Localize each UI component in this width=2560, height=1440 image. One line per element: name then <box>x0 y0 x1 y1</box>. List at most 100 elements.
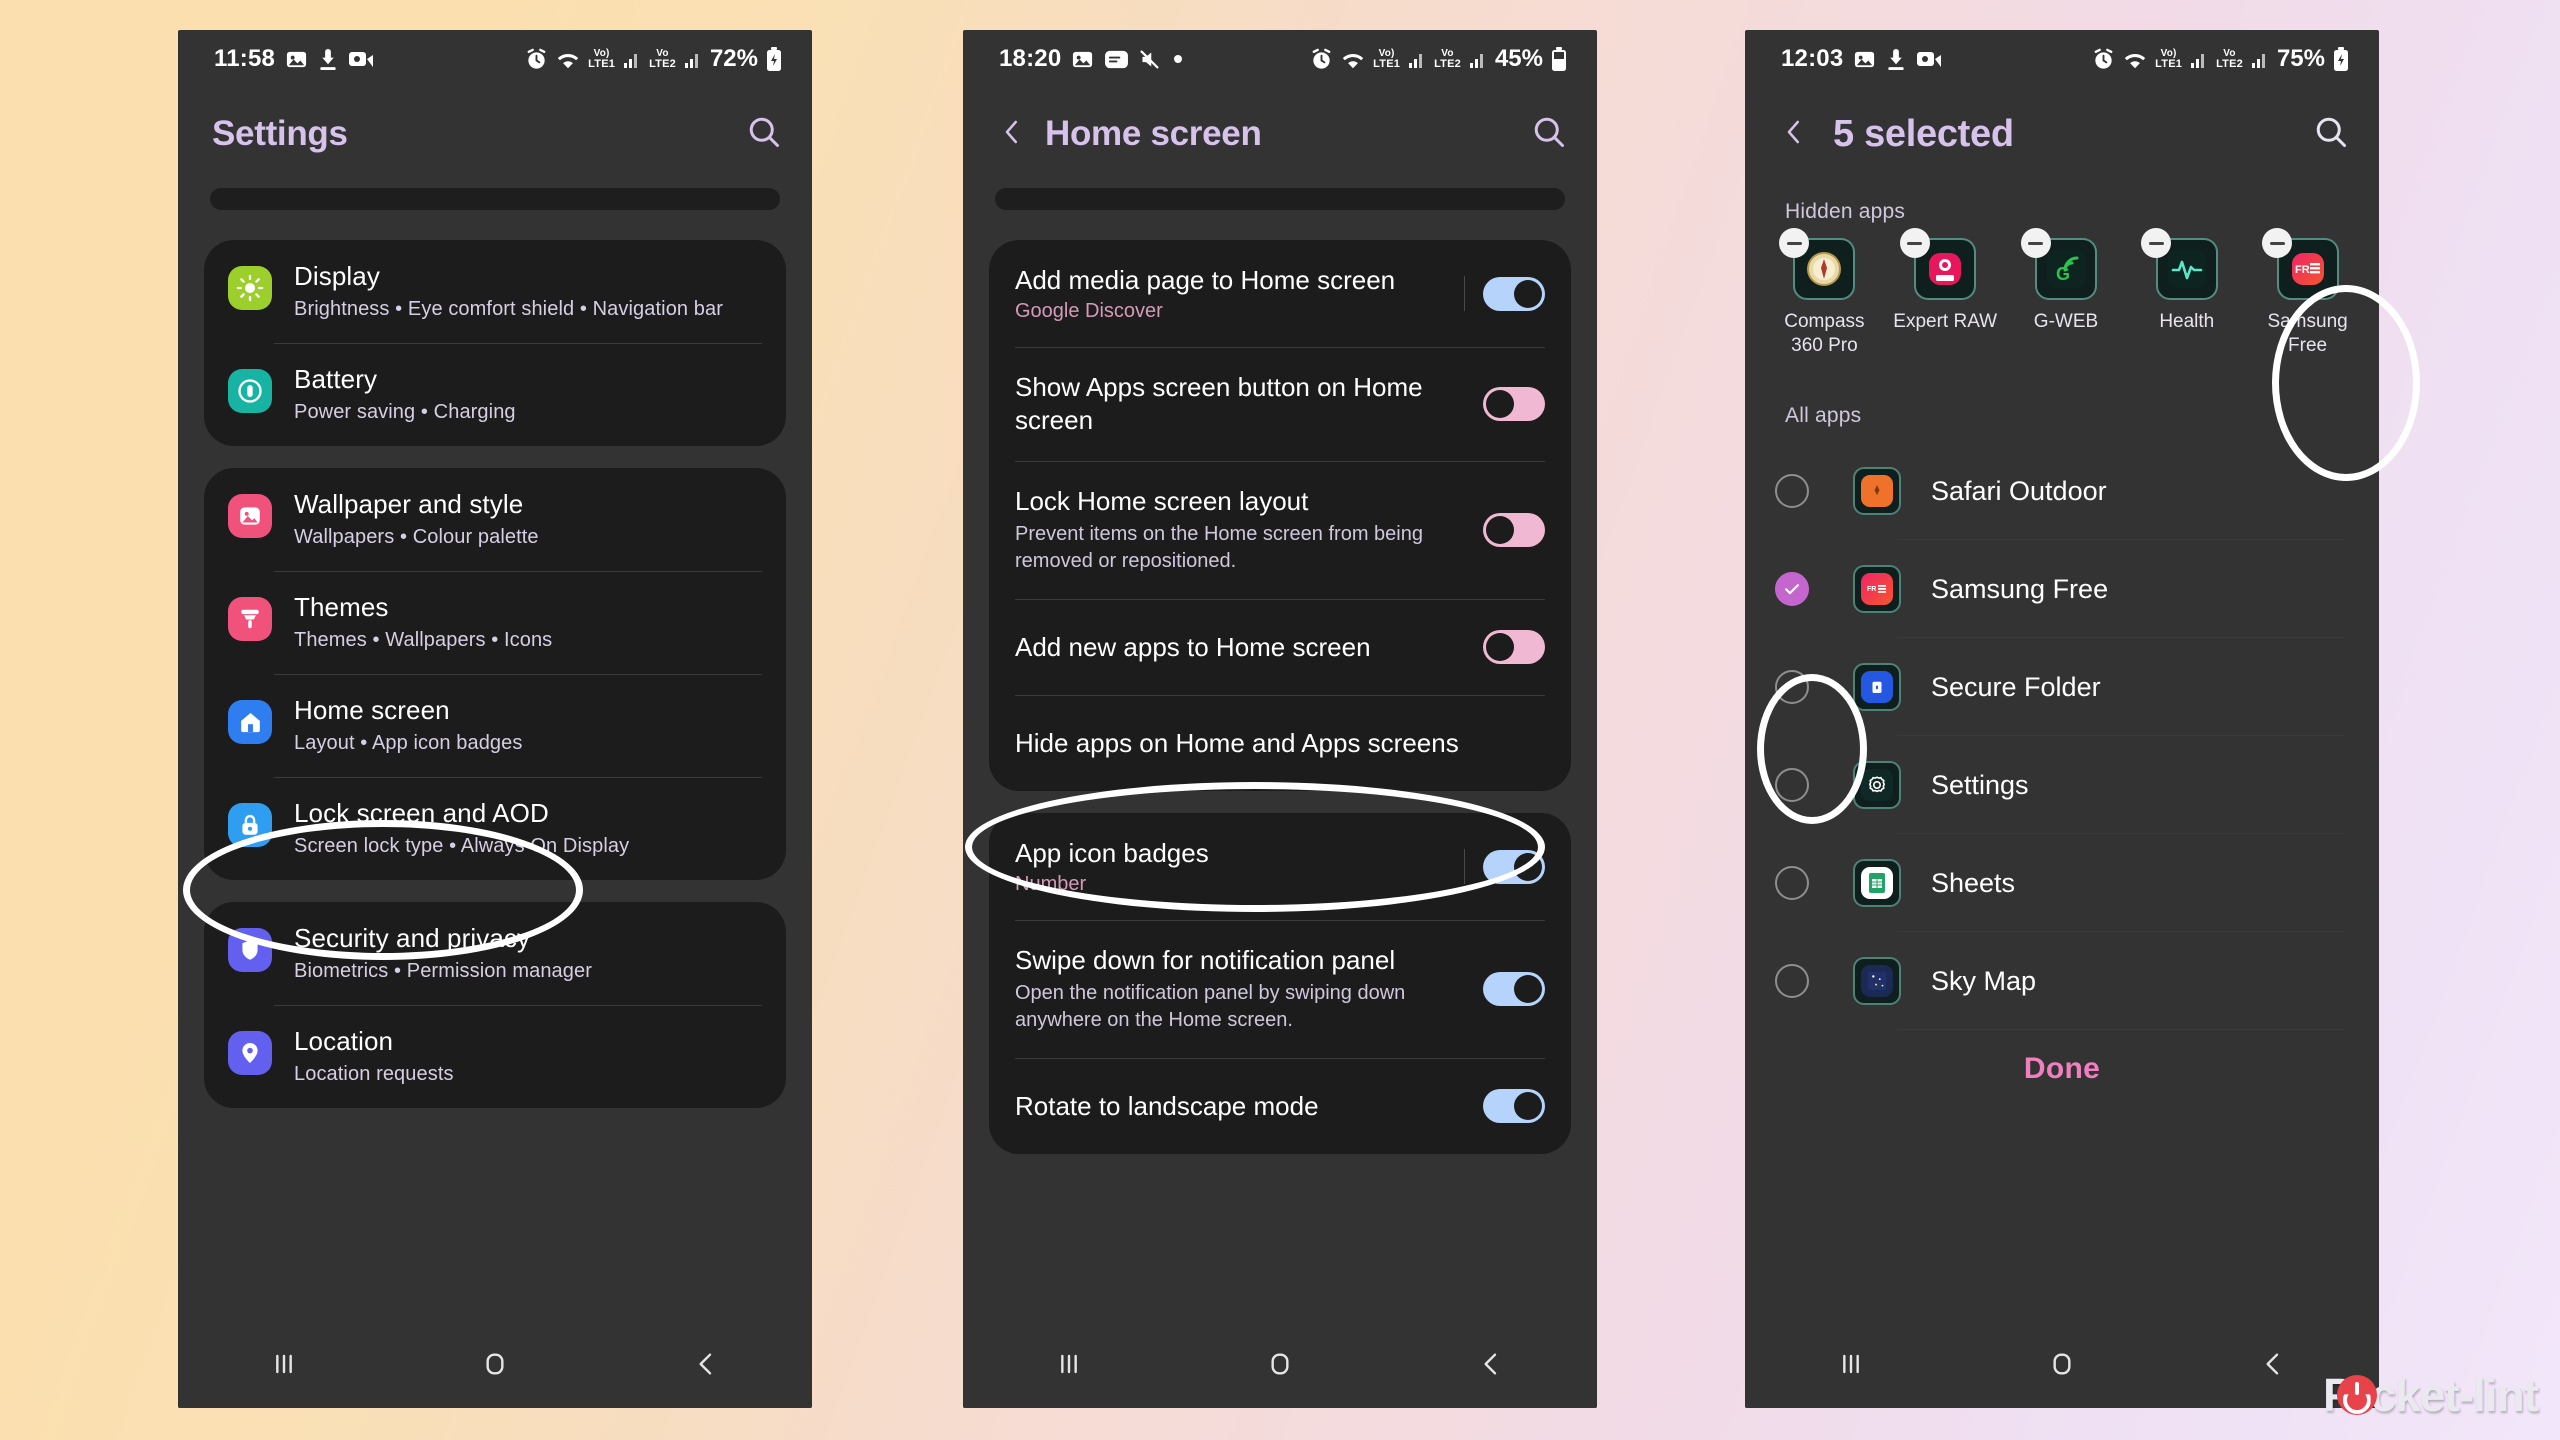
home-button-icon[interactable] <box>479 1348 511 1385</box>
remove-icon[interactable] <box>2020 228 2051 258</box>
row-title: Hide apps on Home and Apps screens <box>1015 727 1459 758</box>
navigation-bar <box>963 1324 1597 1408</box>
toggle-row-swipe-down-for-notification-panel[interactable]: Swipe down for notification panel Open t… <box>989 920 1571 1058</box>
app-list-item[interactable]: Safari Outdoor <box>1745 442 2379 540</box>
toggle-row-add-media-page[interactable]: Add media page to Home screen Google Dis… <box>989 240 1571 347</box>
app-list-item[interactable]: Secure Folder <box>1745 638 2379 736</box>
toggle-switch[interactable] <box>1483 630 1545 664</box>
search-icon[interactable] <box>746 114 782 155</box>
page-title: 5 selected <box>1833 112 2014 155</box>
settings-row-lock-screen-and-aod[interactable]: Lock screen and AOD Screen lock type • A… <box>204 777 786 880</box>
hidden-app-item[interactable]: FR Samsung Free <box>2254 228 2361 358</box>
recents-button-icon[interactable] <box>1053 1348 1085 1385</box>
toggle-row-app-icon-badges[interactable]: App icon badges Number <box>989 813 1571 920</box>
back-button-icon[interactable] <box>690 1348 722 1385</box>
settings-row-subtitle: Layout • App icon badges <box>294 732 523 754</box>
svg-text:FR: FR <box>1867 586 1876 593</box>
toggle-switch[interactable] <box>1483 513 1545 547</box>
app-checkbox[interactable] <box>1775 474 1809 508</box>
toggle-switch[interactable] <box>1483 387 1545 421</box>
toggle-row-title: Add media page to Home screen <box>1015 265 1396 295</box>
hidden-app-item[interactable]: Health <box>2133 228 2240 358</box>
back-button-icon[interactable] <box>2257 1348 2289 1385</box>
wifi-icon <box>1341 49 1365 70</box>
phone-screenshot-hide-apps: 12:03 Vo) LTE1 Vo LTE2 75% 5 selected Hidd… <box>1745 30 2379 1408</box>
app-list-item[interactable]: Settings <box>1745 736 2379 834</box>
settings-list: Display Brightness • Eye comfort shield … <box>178 188 812 1108</box>
status-bar: 18:20 Vo) LTE1 Vo LTE2 45% <box>963 30 1597 88</box>
remove-icon[interactable] <box>2262 228 2293 258</box>
settings-row-battery[interactable]: Battery Power saving • Charging <box>204 343 786 446</box>
all-apps-label: All apps <box>1785 404 1862 427</box>
remove-icon[interactable] <box>1899 228 1930 258</box>
toggle-switch[interactable] <box>1483 1089 1545 1123</box>
toggle-switch[interactable] <box>1483 849 1545 884</box>
hidden-app-item[interactable]: Compass 360 Pro <box>1771 228 1878 358</box>
hidden-app-item[interactable]: Expert RAW <box>1892 228 1999 358</box>
toggle-row-show-apps-screen-button[interactable]: Show Apps screen button on Home screen <box>989 347 1571 461</box>
app-name: Secure Folder <box>1931 671 2101 702</box>
status-bar: 12:03 Vo) LTE1 Vo LTE2 75% <box>1745 30 2379 88</box>
search-bar-pill[interactable] <box>995 188 1565 210</box>
settings-row-display[interactable]: Display Brightness • Eye comfort shield … <box>204 240 786 343</box>
recents-button-icon[interactable] <box>268 1348 300 1385</box>
toggle-row-title: Lock Home screen layout <box>1015 486 1309 516</box>
network-lte2-indicator: Vo LTE2 <box>2216 48 2243 70</box>
home-screen-group-2: App icon badges Number Swipe down for no… <box>989 813 1571 1154</box>
screen-recorder-icon <box>1916 49 1942 69</box>
download-icon <box>318 48 338 71</box>
back-button-icon[interactable] <box>1475 1348 1507 1385</box>
settings-row-home-screen[interactable]: Home screen Layout • App icon badges <box>204 674 786 777</box>
toggle-row-rotate-to-landscape-mode[interactable]: Rotate to landscape mode <box>989 1058 1571 1154</box>
back-arrow-icon[interactable] <box>1779 115 1809 154</box>
navigation-bar <box>178 1324 812 1408</box>
hidden-app-name: Samsung Free <box>2267 311 2348 356</box>
app-checkbox[interactable] <box>1775 572 1809 606</box>
app-checkbox[interactable] <box>1775 670 1809 704</box>
toggle-switch[interactable] <box>1483 276 1545 311</box>
toggle-row-lock-home-screen-layout[interactable]: Lock Home screen layout Prevent items on… <box>989 461 1571 599</box>
all-apps-list: Safari Outdoor FR Samsung Free Secure Fo… <box>1745 442 2379 1030</box>
row-divider <box>1464 849 1465 884</box>
hidden-app-item[interactable]: G G-WEB <box>2013 228 2120 358</box>
shield-icon <box>228 928 272 972</box>
app-checkbox[interactable] <box>1775 768 1809 802</box>
home-button-icon[interactable] <box>2046 1348 2078 1385</box>
gear-icon <box>1853 761 1901 809</box>
settings-row-subtitle: Location requests <box>294 1063 454 1085</box>
settings-row-subtitle: Brightness • Eye comfort shield • Naviga… <box>294 298 723 320</box>
row-hide-apps-on-home-and-apps-screens[interactable]: Hide apps on Home and Apps screens <box>989 695 1571 791</box>
app-checkbox[interactable] <box>1775 866 1809 900</box>
done-button[interactable]: Done <box>2024 1052 2100 1085</box>
home-icon <box>228 700 272 744</box>
settings-row-themes[interactable]: Themes Themes • Wallpapers • Icons <box>204 571 786 674</box>
settings-group-1: Display Brightness • Eye comfort shield … <box>204 240 786 446</box>
status-bar-right: Vo) LTE1 Vo LTE2 72% <box>525 45 782 73</box>
svg-text:FR: FR <box>2295 264 2310 276</box>
app-list-item[interactable]: Sky Map <box>1745 932 2379 1030</box>
app-list-item[interactable]: FR Samsung Free <box>1745 540 2379 638</box>
settings-row-title: Wallpaper and style <box>294 489 524 519</box>
settings-row-subtitle: Power saving • Charging <box>294 401 516 423</box>
search-icon[interactable] <box>1531 114 1567 155</box>
settings-row-location[interactable]: Location Location requests <box>204 1005 786 1108</box>
safari-outdoor-icon <box>1853 467 1901 515</box>
toggle-row-title: Show Apps screen button on Home screen <box>1015 372 1423 435</box>
settings-row-subtitle: Wallpapers • Colour palette <box>294 526 539 548</box>
signal-bars-2-icon <box>684 50 702 69</box>
status-bar-right: Vo) LTE1 Vo LTE2 45% <box>1310 45 1567 73</box>
app-list-item[interactable]: Sheets <box>1745 834 2379 932</box>
home-button-icon[interactable] <box>1264 1348 1296 1385</box>
settings-row-wallpaper-and-style[interactable]: Wallpaper and style Wallpapers • Colour … <box>204 468 786 571</box>
back-arrow-icon[interactable] <box>997 115 1027 154</box>
search-bar-pill[interactable] <box>210 188 780 210</box>
recents-button-icon[interactable] <box>1835 1348 1867 1385</box>
app-checkbox[interactable] <box>1775 964 1809 998</box>
hidden-app-name: Health <box>2159 311 2215 332</box>
search-icon[interactable] <box>2313 114 2349 155</box>
remove-icon[interactable] <box>1779 228 1809 258</box>
toggle-switch[interactable] <box>1483 972 1545 1006</box>
app-name: Safari Outdoor <box>1931 475 2107 506</box>
settings-row-security-and-privacy[interactable]: Security and privacy Biometrics • Permis… <box>204 902 786 1005</box>
toggle-row-add-new-apps[interactable]: Add new apps to Home screen <box>989 599 1571 695</box>
